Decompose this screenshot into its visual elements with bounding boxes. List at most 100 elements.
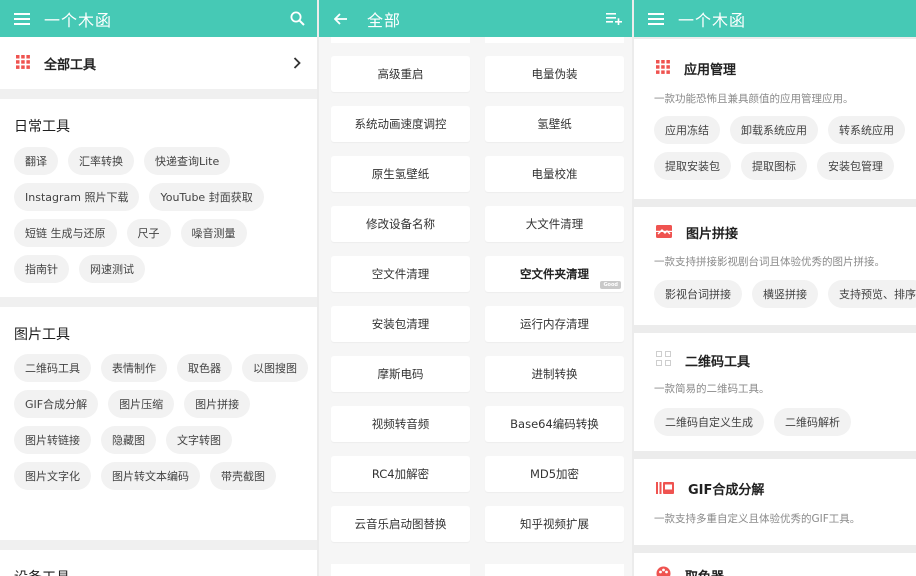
menu-icon[interactable]: [0, 0, 44, 37]
tool-tile[interactable]: Base64编码转换: [485, 406, 624, 442]
qr-code-icon: [656, 351, 671, 370]
tool-tile[interactable]: 原生氢壁纸: [331, 156, 470, 192]
tool-chip[interactable]: 提取图标: [741, 152, 807, 180]
tool-tile[interactable]: 系统动画速度调控: [331, 106, 470, 142]
card-description: 一款支持拼接影视剧台词且体验优秀的图片拼接。: [654, 256, 885, 268]
tool-chip[interactable]: 汇率转换: [68, 147, 134, 175]
tool-tile[interactable]: 电量校准: [485, 156, 624, 192]
tool-chip[interactable]: 二维码解析: [774, 408, 851, 436]
tool-chip[interactable]: 尺子: [126, 219, 171, 247]
tool-tile-label: 电量校准: [531, 167, 578, 181]
tool-grid: 高级重启 电量伪装 系统动画速度调控 氢壁纸 原生氢壁纸 电量校准 修改设备名称 大文件清理空…: [331, 56, 624, 542]
tool-chip[interactable]: YouTube 封面获取: [149, 183, 264, 211]
tool-chip[interactable]: 支持预览、排序: [828, 280, 916, 308]
tool-chip[interactable]: 表情制作: [101, 354, 167, 382]
tool-tile[interactable]: 电量伪装: [485, 56, 624, 92]
app-bar: 一个木函: [634, 0, 916, 37]
tool-tile[interactable]: MD5加密: [485, 456, 624, 492]
tool-chip[interactable]: Instagram 照片下载: [14, 183, 140, 211]
grid-icon: [16, 54, 30, 73]
card-title: GIF合成分解: [688, 483, 765, 498]
tool-card-gif[interactable]: GIF合成分解 一款支持多重自定义且体验优秀的GIF工具。: [634, 459, 916, 545]
tile-row-partial: [331, 564, 624, 576]
divider: [0, 540, 317, 550]
apps-grid-icon: [656, 59, 670, 78]
tool-tile[interactable]: 云音乐启动图替换: [331, 506, 470, 542]
tool-chip[interactable]: 横竖拼接: [752, 280, 818, 308]
tool-chip[interactable]: 卸载系统应用: [730, 116, 818, 144]
tool-tile-label: Base64编码转换: [510, 417, 599, 431]
menu-icon[interactable]: [634, 0, 678, 37]
palette-icon: [656, 566, 671, 576]
tool-tile[interactable]: 空文件清理: [331, 256, 470, 292]
tool-tile[interactable]: RC4加解密: [331, 456, 470, 492]
card-description: 一款简易的二维码工具。: [654, 383, 770, 395]
divider: [0, 89, 317, 99]
tool-tile-label: 氢壁纸: [537, 117, 572, 131]
tool-chip[interactable]: 文字转图: [166, 426, 232, 454]
tool-tile-label: MD5加密: [529, 467, 580, 481]
card-chips: 应用冻结 卸载系统应用 转系统应用: [654, 116, 916, 144]
tool-chip[interactable]: 提取安装包: [654, 152, 731, 180]
chevron-right-icon: [293, 54, 301, 73]
section-title-device: 设备工具: [14, 567, 70, 576]
tool-chip[interactable]: 快递查询Lite: [144, 147, 231, 175]
tool-tile[interactable]: 修改设备名称: [331, 206, 470, 242]
all-tools-label: 全部工具: [44, 58, 97, 73]
arrow-left-icon[interactable]: [319, 0, 363, 37]
tool-card-qr-code[interactable]: 二维码工具 一款简易的二维码工具。 二维码自定义生成 二维码解析: [634, 333, 916, 451]
tool-chip[interactable]: 短链 生成与还原: [14, 219, 117, 247]
tool-chip[interactable]: 翻译: [14, 147, 58, 175]
tool-tile[interactable]: 高级重启: [331, 56, 470, 92]
chip-group-daily: 翻译 汇率转换 快递查询Lite Instagram 照片下载 YouTube 封面获取…: [14, 147, 311, 283]
image-collage-icon: [656, 223, 672, 242]
tool-tile[interactable]: 摩斯电码: [331, 356, 470, 392]
card-title: 图片拼接: [686, 227, 739, 242]
divider: [0, 297, 317, 307]
tool-tile-label: RC4加解密: [371, 467, 430, 481]
tool-tile-label: 原生氢壁纸: [371, 167, 430, 181]
tool-tile[interactable]: 进制转换: [485, 356, 624, 392]
tool-tile[interactable]: 空文件夹清理 Good: [485, 256, 624, 292]
tool-chip[interactable]: 影视台词拼接: [654, 280, 742, 308]
tool-chip[interactable]: 图片压缩: [108, 390, 175, 418]
tool-tile[interactable]: 安装包清理: [331, 306, 470, 342]
tool-tile[interactable]: 运行内存清理: [485, 306, 624, 342]
tool-chip[interactable]: 指南针: [14, 255, 69, 283]
tool-chip[interactable]: 图片文字化: [14, 462, 91, 490]
chip-group-image: 二维码工具 表情制作 取色器 以图搜图 GIF合成分解 图片压缩 图片拼接图片转链接 隐藏图文…: [14, 354, 311, 490]
tool-chip[interactable]: 网速测试: [79, 255, 145, 283]
all-tools-panel: 全部 高级重启 电量伪装 系统动画速度调控 氢壁纸原生氢壁纸 电量校准修改设备名称 大文件…: [317, 0, 634, 576]
app-bar: 全部: [319, 0, 632, 37]
tool-chip[interactable]: GIF合成分解: [14, 390, 99, 418]
tool-card-image-stitch[interactable]: 图片拼接 一款支持拼接影视剧台词且体验优秀的图片拼接。 影视台词拼接 横竖拼接 支持…: [634, 207, 916, 325]
tool-chip[interactable]: 带壳截图: [210, 462, 276, 490]
tool-tile-label: 高级重启: [377, 67, 424, 81]
playlist-add-icon[interactable]: [596, 0, 632, 37]
search-icon[interactable]: [277, 0, 317, 37]
tool-chip[interactable]: 图片拼接: [184, 390, 251, 418]
tool-chip[interactable]: 以图搜图: [242, 354, 308, 382]
tool-tile-label: 修改设备名称: [366, 217, 435, 231]
tool-card-app-manager[interactable]: 应用管理 一款功能恐怖且兼具颜值的应用管理应用。 应用冻结 卸载系统应用 转系统应用…: [634, 39, 916, 199]
tool-tile[interactable]: 知乎视频扩展: [485, 506, 624, 542]
tool-chip[interactable]: 应用冻结: [654, 116, 720, 144]
tool-tile[interactable]: 大文件清理: [485, 206, 624, 242]
tool-chip[interactable]: 隐藏图: [101, 426, 156, 454]
card-chips: 影视台词拼接 横竖拼接 支持预览、排序: [654, 280, 916, 308]
tool-chip[interactable]: 图片转链接: [14, 426, 91, 454]
tool-chip[interactable]: 图片转文本编码: [101, 462, 200, 490]
tool-chip[interactable]: 二维码自定义生成: [654, 408, 764, 436]
card-title: 取色器: [685, 566, 724, 576]
tool-chip[interactable]: 安装包管理: [817, 152, 894, 180]
tool-chip[interactable]: 二维码工具: [14, 354, 91, 382]
card-title: 二维码工具: [685, 355, 751, 370]
tool-chip[interactable]: 转系统应用: [828, 116, 905, 144]
tool-chip[interactable]: 噪音测量: [180, 219, 247, 247]
tool-tile[interactable]: 视频转音频: [331, 406, 470, 442]
tool-tile[interactable]: 氢壁纸: [485, 106, 624, 142]
card-title: 应用管理: [684, 63, 737, 78]
tool-card-color-picker[interactable]: 取色器: [634, 553, 916, 576]
tool-chip[interactable]: 取色器: [177, 354, 232, 382]
all-tools-row[interactable]: 全部工具: [0, 40, 317, 87]
